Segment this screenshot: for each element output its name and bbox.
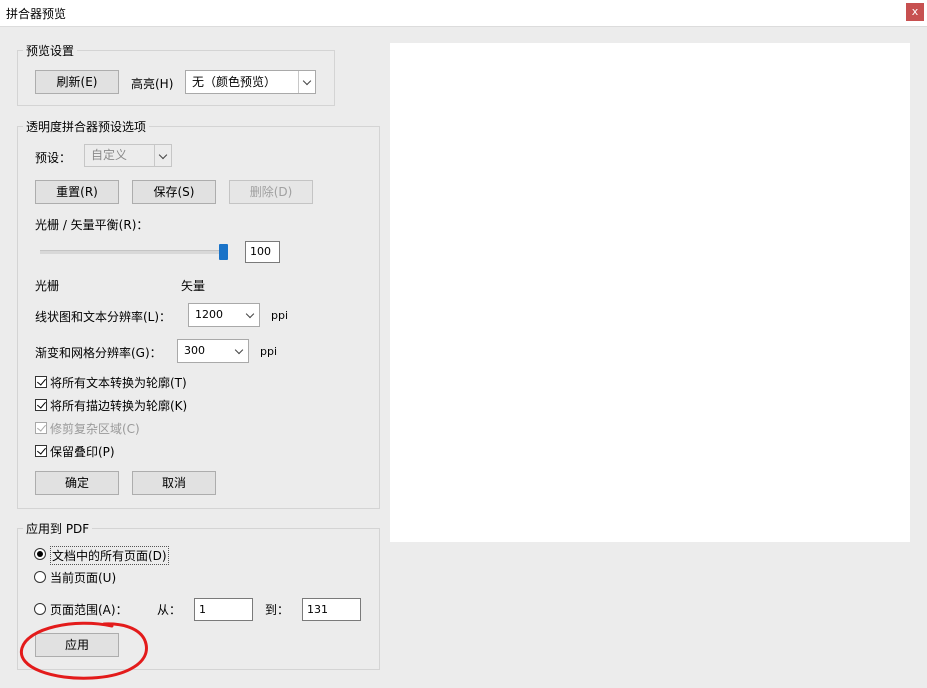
chevron-down-icon: [298, 71, 315, 93]
chevron-down-icon: [154, 145, 171, 166]
preset-select[interactable]: 自定义: [84, 144, 172, 167]
window-title: 拼合器预览: [6, 7, 67, 21]
from-label: 从：: [157, 603, 182, 617]
balance-slider-track[interactable]: [40, 250, 228, 254]
gradient-unit: ppi: [260, 345, 278, 358]
convert-strokes-checkbox[interactable]: [35, 399, 47, 411]
title-bar: [0, 0, 927, 27]
preview-settings-label: 预览设置: [23, 42, 78, 59]
highlight-select-value: 无（颜色预览）: [192, 75, 277, 89]
all-pages-radio[interactable]: [34, 548, 46, 560]
reset-button[interactable]: 重置(R): [35, 180, 119, 204]
highlight-label: 高亮(H): [131, 77, 174, 91]
to-label: 到：: [265, 603, 290, 617]
apply-pdf-label: 应用到 PDF: [23, 520, 93, 537]
ok-button[interactable]: 确定: [35, 471, 119, 495]
preset-options-label: 透明度拼合器预设选项: [23, 118, 150, 135]
line-art-unit: ppi: [271, 309, 289, 322]
balance-input[interactable]: 100: [245, 241, 280, 263]
clip-complex-label: 修剪复杂区域(C): [50, 422, 140, 436]
page-range-radio[interactable]: [34, 603, 46, 615]
current-page-radio[interactable]: [34, 571, 46, 583]
delete-button[interactable]: 删除(D): [229, 180, 313, 204]
page-range-label: 页面范围(A)：: [50, 603, 128, 617]
chevron-down-icon: [231, 340, 248, 362]
preset-select-value: 自定义: [91, 148, 128, 162]
convert-text-label: 将所有文本转换为轮廓(T): [50, 376, 187, 390]
save-button[interactable]: 保存(S): [132, 180, 216, 204]
annotation-circle: [19, 621, 148, 680]
refresh-button[interactable]: 刷新(E): [35, 70, 119, 94]
close-button[interactable]: x: [906, 3, 924, 21]
preserve-overprint-label: 保留叠印(P): [50, 445, 115, 459]
clip-complex-checkbox[interactable]: [35, 422, 47, 434]
balance-slider-thumb[interactable]: [219, 244, 228, 260]
gradient-resolution-label: 渐变和网格分辨率(G)：: [35, 346, 162, 360]
vector-label: 矢量: [181, 279, 206, 293]
current-page-label: 当前页面(U): [50, 571, 117, 585]
convert-text-checkbox[interactable]: [35, 376, 47, 388]
line-art-resolution-select[interactable]: 1200: [188, 303, 260, 327]
convert-strokes-label: 将所有描边转换为轮廓(K): [50, 399, 188, 413]
highlight-select[interactable]: 无（颜色预览）: [185, 70, 316, 94]
gradient-resolution-select[interactable]: 300: [177, 339, 249, 363]
preserve-overprint-checkbox[interactable]: [35, 445, 47, 457]
line-art-resolution-label: 线状图和文本分辨率(L)：: [35, 310, 172, 324]
to-input[interactable]: 131: [302, 598, 361, 621]
line-art-resolution-value: 1200: [195, 308, 223, 321]
preview-canvas: [390, 43, 910, 542]
chevron-down-icon: [242, 304, 259, 326]
all-pages-label: 文档中的所有页面(D): [50, 546, 169, 565]
cancel-button[interactable]: 取消: [132, 471, 216, 495]
gradient-resolution-value: 300: [184, 344, 205, 357]
balance-label: 光栅 / 矢量平衡(R)：: [35, 218, 149, 232]
from-input[interactable]: 1: [194, 598, 253, 621]
raster-label: 光栅: [35, 279, 60, 293]
preset-label: 预设：: [35, 151, 72, 165]
